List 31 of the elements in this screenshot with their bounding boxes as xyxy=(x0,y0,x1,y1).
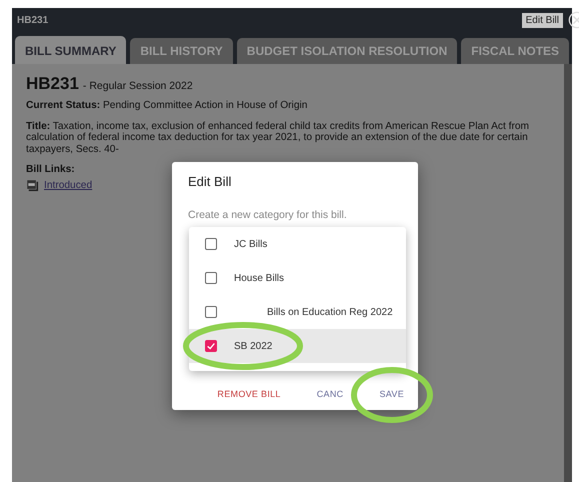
option-label: SB 2022 xyxy=(234,340,272,352)
option-label: JC Bills xyxy=(234,238,268,250)
dialog-button[interactable]: CANC xyxy=(312,386,348,402)
category-hint: Create a new category for this bill. xyxy=(188,209,347,221)
option-label: House Bills xyxy=(234,272,284,284)
scrollbar[interactable] xyxy=(564,64,572,482)
edit-bill-button[interactable]: Edit Bill xyxy=(522,12,563,28)
checkbox[interactable] xyxy=(205,272,217,284)
checkbox[interactable] xyxy=(205,238,217,250)
category-option[interactable]: JC Bills xyxy=(189,227,406,261)
dialog-button[interactable]: SAVE xyxy=(375,386,408,402)
bill-number: HB231 xyxy=(26,74,79,93)
category-option[interactable]: Bills on Education Reg 2022 xyxy=(189,295,406,329)
pdf-icon xyxy=(26,178,39,192)
option-label: Bills on Education Reg 2022 xyxy=(267,306,393,318)
window-title: HB231 xyxy=(17,14,50,26)
tab[interactable]: BILL HISTORY xyxy=(130,38,233,64)
tab[interactable]: BILL SUMMARY xyxy=(15,36,126,66)
session-label: - Regular Session 2022 xyxy=(82,80,193,92)
category-option[interactable]: SB 2022 xyxy=(189,329,406,363)
dialog-button[interactable]: REMOVE BILL xyxy=(213,386,285,402)
bill-links-label: Bill Links: xyxy=(26,164,76,176)
tab[interactable]: BUDGET ISOLATION RESOLUTION xyxy=(236,38,458,64)
checkbox[interactable] xyxy=(205,306,217,318)
checkbox[interactable] xyxy=(205,340,217,352)
tab[interactable]: FISCAL NOTES xyxy=(461,38,570,64)
status-text: Current Status: Pending Committee Action in House of Origin xyxy=(26,100,308,112)
category-option[interactable]: House Bills xyxy=(189,261,406,295)
title-text: Title: Taxation, income tax, exclusion of enhanced federal child tax credits from American Rescue Plan Act from calculation of federal income tax deduction for tax year 2021, to provide an extension of the due date for certain taxpayers, Secs. 40- xyxy=(26,120,530,155)
introduced-link[interactable]: Introduced xyxy=(44,180,92,190)
dialog-title: Edit Bill xyxy=(188,174,232,189)
